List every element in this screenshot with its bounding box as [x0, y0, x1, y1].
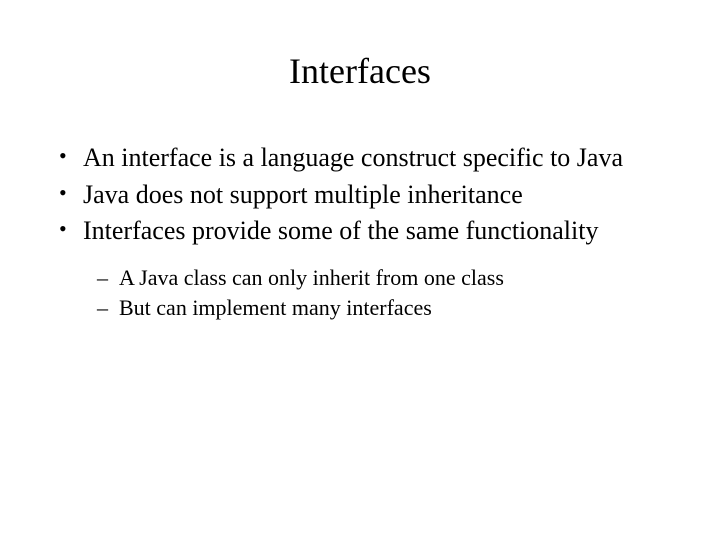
bullet-list: An interface is a language construct spe…	[55, 142, 665, 323]
list-item: An interface is a language construct spe…	[55, 142, 665, 175]
sub-bullet-list: A Java class can only inherit from one c…	[95, 264, 665, 323]
list-item-text: Interfaces provide some of the same func…	[83, 216, 598, 245]
slide-title: Interfaces	[55, 50, 665, 92]
list-item: Interfaces provide some of the same func…	[55, 215, 665, 323]
list-item: Java does not support multiple inheritan…	[55, 179, 665, 212]
list-item: A Java class can only inherit from one c…	[95, 264, 665, 293]
list-item: But can implement many interfaces	[95, 294, 665, 323]
